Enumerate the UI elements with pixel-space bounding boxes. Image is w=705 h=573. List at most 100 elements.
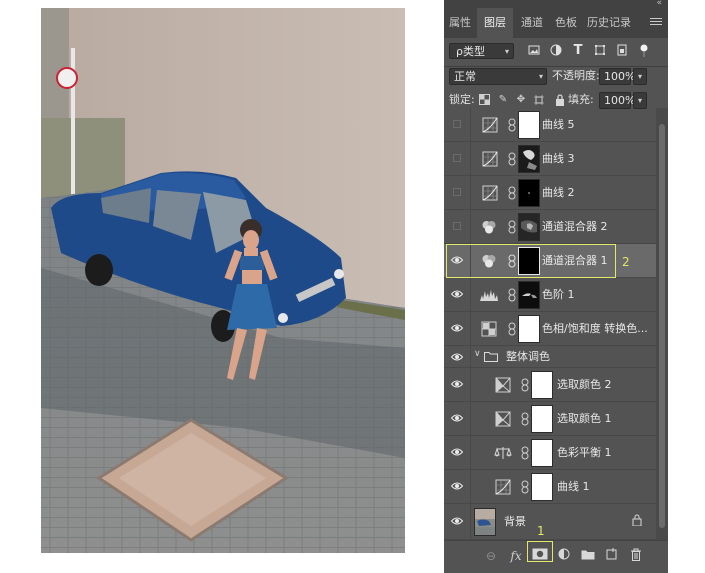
document-canvas[interactable] [41, 8, 405, 553]
layer-channel-mixer-2[interactable]: 通道混合器 2 [444, 210, 656, 244]
layer-curves-2[interactable]: 曲线 2 [444, 176, 656, 210]
lock-label: 锁定: [449, 93, 475, 106]
panel-top-strip: « [444, 0, 668, 8]
link-layers-icon[interactable]: ⊖ [482, 548, 500, 564]
visibility-toggle[interactable] [444, 346, 471, 367]
eye-icon [451, 448, 463, 456]
visibility-toggle[interactable] [444, 210, 471, 243]
blend-mode-value: 正常 [454, 70, 476, 83]
layer-curves-3[interactable]: 曲线 3 [444, 142, 656, 176]
fx-layer-style-icon[interactable]: fx [507, 548, 525, 564]
group-expand-chevron-icon[interactable]: ∨ [474, 349, 481, 359]
visibility-toggle[interactable] [444, 142, 471, 175]
visibility-off-icon [453, 154, 461, 162]
mask-link-icon[interactable] [508, 152, 516, 166]
layer-mask-thumbnail[interactable] [518, 213, 540, 241]
levels-adjustment-icon [480, 290, 498, 301]
fill-input[interactable]: 100% [599, 92, 635, 109]
color-balance-icon [494, 447, 512, 459]
mask-link-icon[interactable] [508, 288, 516, 302]
tab-layers[interactable]: 图层 [477, 8, 513, 38]
layer-mask-thumbnail[interactable] [531, 405, 553, 433]
mask-link-icon[interactable] [508, 322, 516, 336]
panel-menu-icon[interactable] [650, 16, 662, 28]
curves-adjustment-icon [482, 151, 498, 167]
tab-properties[interactable]: 属性 [444, 8, 476, 38]
visibility-toggle[interactable] [444, 108, 471, 141]
tab-history[interactable]: 历史记录 [584, 8, 634, 38]
layer-levels-1[interactable]: 色阶 1 [444, 278, 656, 312]
new-group-folder-icon[interactable] [579, 548, 597, 564]
visibility-off-icon [453, 120, 461, 128]
delete-layer-icon[interactable] [627, 548, 645, 564]
layer-mask-thumbnail[interactable] [518, 179, 540, 207]
layer-mask-thumbnail[interactable] [531, 473, 553, 501]
layers-bottom-toolbar: ⊖ fx [444, 540, 668, 573]
layer-mask-thumbnail[interactable] [518, 281, 540, 309]
filter-type-icon[interactable]: T [571, 44, 585, 58]
layer-selective-color-2[interactable]: 选取颜色 2 [444, 368, 656, 402]
lock-all-icon[interactable] [554, 94, 566, 106]
channel-mixer-icon [482, 221, 496, 234]
visibility-toggle[interactable] [444, 436, 471, 469]
mask-link-icon[interactable] [521, 378, 529, 392]
layer-list-scrollbar[interactable] [656, 108, 668, 540]
filter-toggle-icon[interactable] [637, 44, 651, 58]
layer-thumbnail[interactable] [474, 508, 496, 536]
filter-shape-icon[interactable] [593, 44, 607, 58]
fill-slider-toggle[interactable]: ▾ [633, 92, 647, 109]
filter-kind-select[interactable]: ρ类型 ▾ [449, 43, 514, 59]
layer-mask-thumbnail[interactable] [531, 371, 553, 399]
layer-mask-thumbnail[interactable] [518, 315, 540, 343]
layer-hue-saturation[interactable]: 色相/饱和度 转换色... [444, 312, 656, 346]
mask-link-icon[interactable] [521, 446, 529, 460]
layer-mask-thumbnail[interactable] [518, 111, 540, 139]
layer-curves-5[interactable]: 曲线 5 [444, 108, 656, 142]
panel-tab-bar: 属性 图层 通道 色板 历史记录 [444, 8, 668, 38]
opacity-input[interactable]: 100% [599, 68, 635, 85]
curves-adjustment-icon [482, 185, 498, 201]
layer-selective-color-1[interactable]: 选取颜色 1 [444, 402, 656, 436]
lock-image-pixels-icon[interactable]: ✎ [497, 94, 509, 106]
mask-link-icon[interactable] [521, 480, 529, 494]
layer-list: 曲线 5 曲线 3 曲线 2 通道混合器 2 通道混合器 1 色阶 1 色相/饱… [444, 108, 656, 540]
filter-smart-object-icon[interactable] [615, 44, 629, 58]
curves-adjustment-icon [495, 479, 511, 495]
mask-link-icon[interactable] [508, 118, 516, 132]
search-icon: ρ [456, 45, 463, 58]
layer-name: 色相/饱和度 转换色... [542, 322, 648, 335]
lock-position-icon[interactable]: ✥ [515, 94, 527, 106]
visibility-toggle[interactable] [444, 504, 471, 539]
layer-mask-thumbnail[interactable] [531, 439, 553, 467]
mask-link-icon[interactable] [521, 412, 529, 426]
mask-link-icon[interactable] [508, 220, 516, 234]
tab-swatches[interactable]: 色板 [550, 8, 582, 38]
opacity-slider-toggle[interactable]: ▾ [633, 68, 647, 85]
scrollbar-thumb[interactable] [659, 124, 665, 528]
lock-transparent-pixels-icon[interactable] [478, 94, 490, 106]
layer-background[interactable]: 背景 [444, 504, 656, 540]
layer-curves-1[interactable]: 曲线 1 [444, 470, 656, 504]
filter-adjustment-icon[interactable] [549, 44, 563, 58]
mask-link-icon[interactable] [508, 186, 516, 200]
visibility-toggle[interactable] [444, 278, 471, 311]
layer-group-overall-grading[interactable]: ∨ 整体调色 [444, 346, 656, 368]
visibility-toggle[interactable] [444, 470, 471, 503]
visibility-toggle[interactable] [444, 312, 471, 345]
visibility-toggle[interactable] [444, 176, 471, 209]
layer-color-balance-1[interactable]: 色彩平衡 1 [444, 436, 656, 470]
new-layer-icon[interactable] [603, 548, 621, 564]
chevron-down-icon: ▾ [504, 47, 509, 56]
eye-icon [451, 324, 463, 332]
new-adjustment-layer-icon[interactable] [555, 548, 573, 564]
layer-mask-thumbnail[interactable] [518, 145, 540, 173]
filter-pixel-icon[interactable] [527, 44, 541, 58]
tab-channels[interactable]: 通道 [516, 8, 548, 38]
eye-icon [451, 353, 463, 361]
visibility-toggle[interactable] [444, 368, 471, 401]
collapse-panel-icon[interactable]: « [656, 0, 662, 8]
lock-artboard-icon[interactable] [533, 94, 545, 106]
layer-name: 曲线 3 [542, 152, 575, 165]
blend-mode-select[interactable]: 正常 ▾ [449, 68, 547, 85]
visibility-toggle[interactable] [444, 402, 471, 435]
